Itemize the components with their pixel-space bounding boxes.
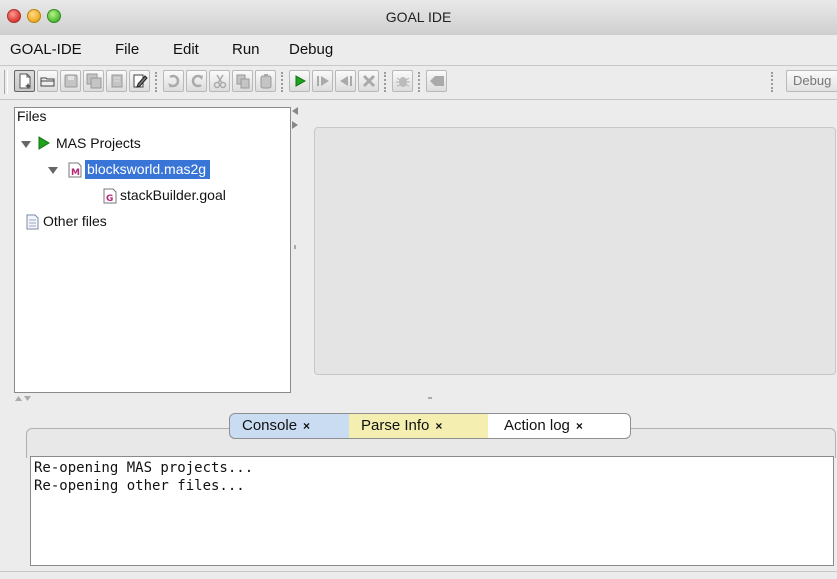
tree-label-goal-file: stackBuilder.goal <box>120 187 226 203</box>
toolbar-separator <box>418 72 420 92</box>
tab-parse-info-close-icon[interactable]: × <box>435 419 442 433</box>
tab-action-log[interactable]: Action log × <box>488 413 631 439</box>
debug-button[interactable] <box>392 70 413 92</box>
collapse-left-arrow-icon[interactable] <box>291 106 299 116</box>
debug-bug-icon <box>396 77 410 87</box>
tab-console[interactable]: Console × <box>229 413 350 439</box>
status-bar <box>0 571 837 579</box>
tree-label-mas-projects: MAS Projects <box>56 135 141 151</box>
save-icon <box>64 74 78 88</box>
new-file-icon <box>19 73 31 89</box>
paste-icon <box>260 74 272 89</box>
open-folder-icon <box>40 77 55 87</box>
tree-node-project-file[interactable]: M blocksworld.mas2g <box>21 160 281 180</box>
redo-icon <box>191 74 203 88</box>
back-icon <box>340 76 352 86</box>
menu-bar: GOAL-IDE File Edit Run Debug <box>0 35 837 66</box>
edit-button[interactable] <box>129 70 150 92</box>
edit-icon <box>133 74 148 88</box>
collapse-right-arrow-icon[interactable] <box>291 120 299 130</box>
splitter-handle[interactable] <box>294 245 296 249</box>
tree-node-goal-file[interactable]: G stackBuilder.goal <box>21 186 281 206</box>
paste-button[interactable] <box>255 70 276 92</box>
debug-mode-button[interactable]: Debug <box>786 70 837 92</box>
toolbar: Debug <box>0 66 837 100</box>
save-button[interactable] <box>60 70 81 92</box>
tree-node-mas-projects[interactable]: MAS Projects <box>21 134 281 154</box>
tab-action-log-label: Action log <box>504 417 570 434</box>
back-button[interactable] <box>335 70 356 92</box>
play-folder-icon <box>38 136 50 150</box>
toolbar-separator <box>771 72 773 92</box>
files-header: Files <box>17 108 47 124</box>
console-line: Re-opening MAS projects... <box>34 460 254 476</box>
step-icon <box>317 76 329 86</box>
goal-file-icon: G <box>103 188 117 204</box>
goal-ide-window: GOAL IDE GOAL-IDE File Edit Run Debug De… <box>0 0 837 579</box>
tree-node-other-files[interactable]: Other files <box>21 212 281 232</box>
tab-action-log-close-icon[interactable]: × <box>576 419 583 433</box>
run-icon <box>295 75 307 87</box>
document-icon <box>26 214 39 230</box>
step-button[interactable] <box>312 70 333 92</box>
copy-button[interactable] <box>232 70 253 92</box>
expand-triangle-icon[interactable] <box>21 139 31 149</box>
files-panel: Files MAS Projects M blocksworld.mas2g G… <box>14 107 291 393</box>
open-file-button[interactable] <box>37 70 58 92</box>
tree-label-project-file: blocksworld.mas2g <box>85 160 211 179</box>
tree-label-other-files: Other files <box>43 213 107 229</box>
tab-console-close-icon[interactable]: × <box>303 419 310 433</box>
tab-parse-info[interactable]: Parse Info × <box>349 413 489 439</box>
cut-button[interactable] <box>209 70 230 92</box>
close-file-button[interactable] <box>106 70 127 92</box>
toolbar-grip[interactable] <box>4 70 8 94</box>
menu-debug[interactable]: Debug <box>289 41 333 58</box>
breakpoint-button[interactable] <box>426 70 447 92</box>
horizontal-splitter[interactable] <box>14 393 837 405</box>
stop-button[interactable] <box>358 70 379 92</box>
new-file-button[interactable] <box>14 70 35 92</box>
undo-button[interactable] <box>163 70 184 92</box>
save-all-button[interactable] <box>83 70 104 92</box>
copy-icon <box>236 74 250 89</box>
expand-triangle-icon[interactable] <box>48 165 58 175</box>
menu-run[interactable]: Run <box>232 41 260 58</box>
close-file-icon <box>111 74 123 88</box>
editor-area[interactable] <box>314 127 836 375</box>
window-title: GOAL IDE <box>385 9 452 25</box>
toolbar-separator <box>281 72 283 92</box>
menu-goal-ide[interactable]: GOAL-IDE <box>10 41 82 58</box>
menu-file[interactable]: File <box>115 41 139 58</box>
console-line: Re-opening other files... <box>34 478 245 494</box>
redo-button[interactable] <box>186 70 207 92</box>
breakpoint-icon <box>430 76 444 86</box>
cut-icon <box>213 74 227 89</box>
toolbar-separator <box>384 72 386 92</box>
menu-edit[interactable]: Edit <box>173 41 199 58</box>
mas-file-icon: M <box>68 162 82 178</box>
vertical-splitter[interactable] <box>290 100 312 395</box>
undo-icon <box>168 74 180 88</box>
collapse-up-arrow-icon[interactable] <box>14 395 23 402</box>
tab-parse-info-label: Parse Info <box>361 417 430 434</box>
svg-text:M: M <box>71 168 80 178</box>
run-button[interactable] <box>289 70 310 92</box>
title-bar: GOAL IDE <box>0 0 837 36</box>
collapse-down-arrow-icon[interactable] <box>23 395 32 402</box>
svg-text:G: G <box>106 194 113 204</box>
save-all-icon <box>86 73 102 89</box>
stop-icon <box>362 74 376 88</box>
console-output[interactable]: Re-opening MAS projects... Re-opening ot… <box>30 456 834 566</box>
splitter-handle[interactable] <box>428 397 432 399</box>
toolbar-separator <box>155 72 157 92</box>
tab-console-label: Console <box>242 417 298 434</box>
